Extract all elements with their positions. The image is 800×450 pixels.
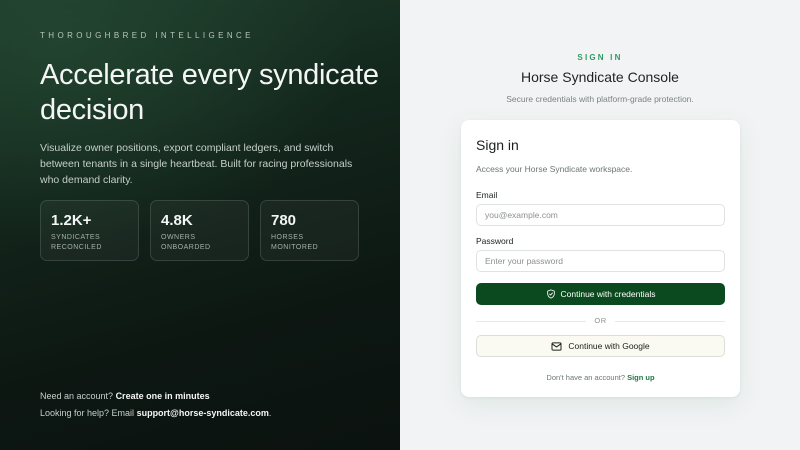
password-label: Password (476, 236, 514, 246)
auth-eyebrow: SIGN IN (577, 53, 623, 62)
hero-panel: THOROUGHBRED INTELLIGENCE Accelerate eve… (0, 0, 400, 450)
support-email-link[interactable]: support@horse-syndicate.com (137, 408, 269, 418)
hero-title: Accelerate every syndicate decision (40, 59, 379, 126)
stats-row: 1.2K+ SYNDICATES RECONCILED 4.8K OWNERS … (40, 200, 359, 261)
divider-line-right (615, 321, 725, 322)
help-suffix: . (268, 408, 272, 418)
google-button-label: Continue with Google (568, 341, 650, 351)
hero-eyebrow: THOROUGHBRED INTELLIGENCE (40, 31, 254, 40)
sign-up-link[interactable]: Sign up (627, 373, 655, 382)
signup-prefix: Don't have an account? (546, 373, 628, 382)
stat-label: SYNDICATES RECONCILED (51, 234, 102, 251)
help-prefix: Looking for help? Email (40, 408, 137, 418)
stat-value: 4.8K (161, 212, 193, 229)
create-account-note: Need an account? Create one in minutes (40, 391, 210, 401)
stat-label: OWNERS ONBOARDED (161, 234, 211, 251)
primary-button-label: Continue with credentials (560, 289, 656, 299)
mail-icon (551, 341, 562, 351)
console-subtitle: Secure credentials with platform-grade p… (506, 94, 694, 104)
card-subtitle: Access your Horse Syndicate workspace. (476, 164, 633, 174)
console-title: Horse Syndicate Console (521, 69, 679, 85)
shield-check-icon (546, 289, 556, 299)
card-title: Sign in (476, 137, 519, 153)
signup-note: Don't have an account? Sign up (461, 373, 740, 382)
stat-value: 1.2K+ (51, 212, 92, 229)
email-input[interactable] (476, 204, 725, 226)
stat-card-horses: 780 HORSES MONITORED (260, 200, 359, 261)
continue-with-credentials-button[interactable]: Continue with credentials (476, 283, 725, 305)
stat-card-owners: 4.8K OWNERS ONBOARDED (150, 200, 249, 261)
email-label: Email (476, 190, 498, 200)
sign-in-card: Sign in Access your Horse Syndicate work… (461, 120, 740, 397)
hero-description: Visualize owner positions, export compli… (40, 142, 353, 186)
stat-label: HORSES MONITORED (271, 234, 319, 251)
password-input[interactable] (476, 250, 725, 272)
create-account-prefix: Need an account? (40, 391, 116, 401)
continue-with-google-button[interactable]: Continue with Google (476, 335, 725, 357)
create-account-link[interactable]: Create one in minutes (116, 391, 210, 401)
help-note: Looking for help? Email support@horse-sy… (40, 408, 271, 418)
stat-card-syndicates: 1.2K+ SYNDICATES RECONCILED (40, 200, 139, 261)
or-divider: OR (476, 316, 725, 326)
auth-panel: SIGN IN Horse Syndicate Console Secure c… (400, 0, 800, 450)
stat-value: 780 (271, 212, 297, 229)
